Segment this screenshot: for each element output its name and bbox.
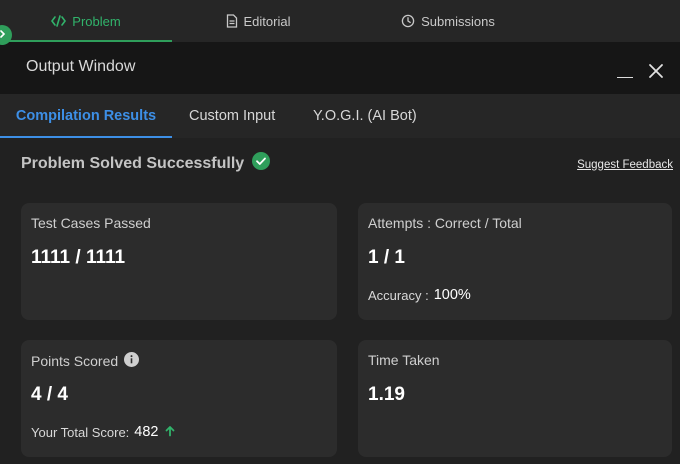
output-tabs: Compilation Results Custom Input Y.O.G.I… (0, 94, 680, 138)
arrow-up-icon (164, 425, 176, 440)
tab-problem[interactable]: Problem (0, 0, 172, 42)
test-cases-card: Test Cases Passed 1111 / 1111 (21, 203, 337, 320)
tab-editorial-label: Editorial (243, 13, 291, 29)
result-status: Problem Solved Successfully (21, 152, 271, 175)
attempts-card: Attempts : Correct / Total 1 / 1 Accurac… (358, 203, 672, 320)
attempts-value: 1 / 1 (368, 247, 405, 268)
attempts-label: Attempts : Correct / Total (368, 215, 522, 231)
clock-icon (401, 14, 415, 28)
accuracy-row: Accuracy : 100% (368, 287, 471, 303)
info-icon[interactable] (124, 352, 140, 370)
chevron-right-icon (0, 26, 7, 44)
total-score-value: 482 (134, 424, 159, 440)
points-value: 4 / 4 (31, 384, 68, 405)
points-card: Points Scored 4 / 4 Your Total Score: 48… (21, 340, 337, 457)
test-cases-label: Test Cases Passed (31, 215, 151, 231)
check-circle-icon (252, 152, 271, 175)
close-icon (647, 64, 665, 84)
tab-yogi-ai-bot[interactable]: Y.O.G.I. (AI Bot) (313, 94, 417, 138)
suggest-feedback-link[interactable]: Suggest Feedback (577, 159, 673, 171)
status-text: Problem Solved Successfully (21, 154, 245, 172)
tab-submissions-label: Submissions (421, 13, 495, 29)
tab-custom-input[interactable]: Custom Input (189, 94, 275, 138)
accuracy-value: 100% (433, 287, 471, 303)
problem-nav-tabs: Problem Editorial Submissions (0, 0, 680, 42)
tab-submissions[interactable]: Submissions (344, 0, 552, 42)
tab-compilation-results[interactable]: Compilation Results (0, 94, 172, 138)
test-cases-value: 1111 / 1111 (31, 247, 126, 268)
time-value: 1.19 (368, 384, 405, 405)
total-score-label: Your Total Score: (31, 424, 130, 440)
code-icon (51, 15, 67, 27)
time-label: Time Taken (368, 352, 440, 368)
close-button[interactable] (647, 62, 665, 80)
points-label: Points Scored (31, 353, 119, 369)
tab-editorial[interactable]: Editorial (172, 0, 344, 42)
time-card: Time Taken 1.19 (358, 340, 672, 457)
output-window-title: Output Window (26, 58, 136, 75)
points-label-row: Points Scored (31, 352, 140, 370)
tab-problem-label: Problem (72, 13, 121, 29)
total-score-row: Your Total Score: 482 (31, 424, 176, 440)
document-icon (226, 14, 238, 28)
accuracy-label: Accuracy : (368, 287, 429, 303)
minimize-button[interactable] (616, 62, 634, 80)
